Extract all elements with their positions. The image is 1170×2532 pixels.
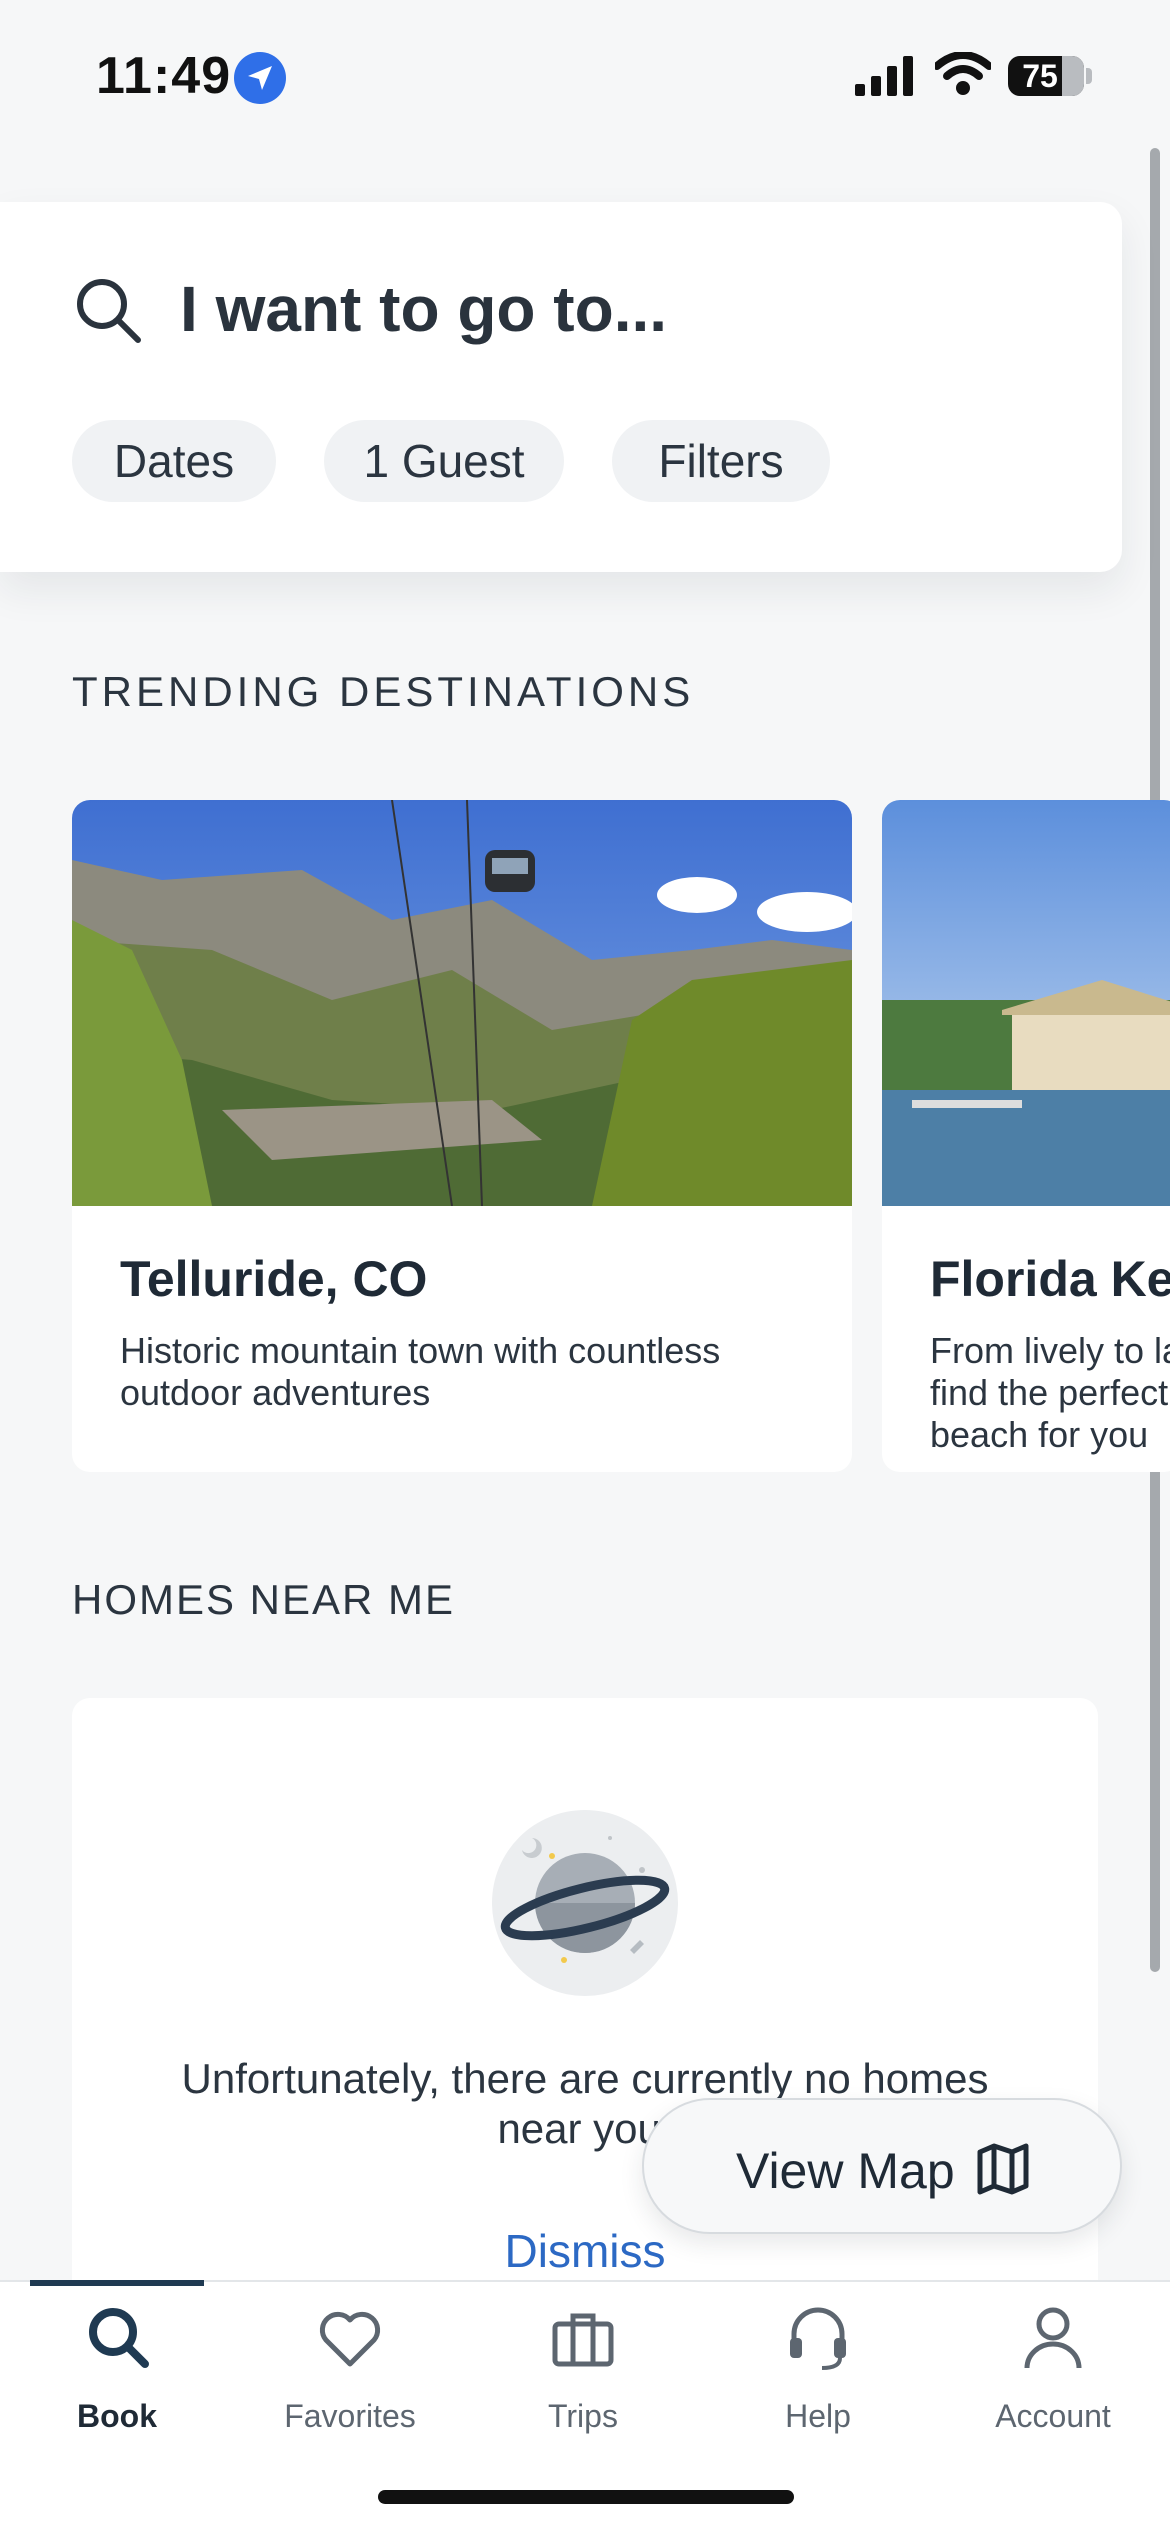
headset-icon (790, 2307, 846, 2370)
tab-help[interactable]: Help (701, 2300, 935, 2450)
destination-name: Telluride, CO (120, 1251, 428, 1307)
tab-label: Trips (548, 2398, 618, 2434)
status-time: 11:49 (96, 47, 232, 105)
search-card[interactable] (0, 202, 1122, 572)
tab-label: Book (77, 2398, 157, 2434)
home-indicator[interactable] (378, 2490, 794, 2504)
wifi-icon (935, 52, 991, 95)
map-icon (977, 2143, 1029, 2195)
tab-book[interactable]: Book (0, 2300, 234, 2450)
tab-label: Account (995, 2398, 1111, 2434)
tab-account[interactable]: Account (936, 2300, 1170, 2450)
search-input[interactable]: I want to go to... (180, 272, 667, 346)
person-icon (1024, 2307, 1082, 2369)
guests-chip[interactable]: 1 Guest (324, 420, 564, 502)
active-tab-indicator (30, 2280, 204, 2286)
view-map-label: View Map (736, 2143, 955, 2199)
destination-card-telluride[interactable]: Telluride, CO Historic mountain town wit… (72, 800, 852, 1472)
filters-chip[interactable]: Filters (612, 420, 830, 502)
tab-label: Help (785, 2398, 851, 2434)
battery-icon: 75 (1008, 56, 1084, 96)
search-icon (89, 2308, 149, 2368)
trending-destinations-heading: TRENDING DESTINATIONS (72, 668, 695, 715)
status-bar: 11:49 75 (0, 0, 1170, 150)
tab-favorites[interactable]: Favorites (233, 2300, 467, 2450)
location-arrow-icon (234, 52, 286, 104)
destination-description: From lively to laid-back, find the perfe… (930, 1330, 1170, 1455)
destination-card-florida-keys[interactable]: Florida Keys From lively to laid-back, f… (882, 800, 1170, 1472)
florida-keys-photo (882, 800, 1170, 1206)
destination-name: Florida Keys (930, 1251, 1170, 1307)
briefcase-icon (552, 2313, 614, 2367)
tab-label: Favorites (284, 2398, 416, 2434)
cellular-signal-icon (855, 56, 913, 96)
view-map-button[interactable]: View Map (642, 2098, 1122, 2234)
heart-icon (319, 2311, 381, 2367)
homes-near-me-heading: HOMES NEAR ME (72, 1576, 456, 1623)
dates-chip[interactable]: Dates (72, 420, 276, 502)
planet-illustration-icon (492, 1810, 678, 1996)
search-icon (77, 279, 141, 343)
destination-description: Historic mountain town with countless ou… (120, 1330, 721, 1413)
tab-trips[interactable]: Trips (466, 2300, 700, 2450)
telluride-photo (72, 800, 852, 1206)
